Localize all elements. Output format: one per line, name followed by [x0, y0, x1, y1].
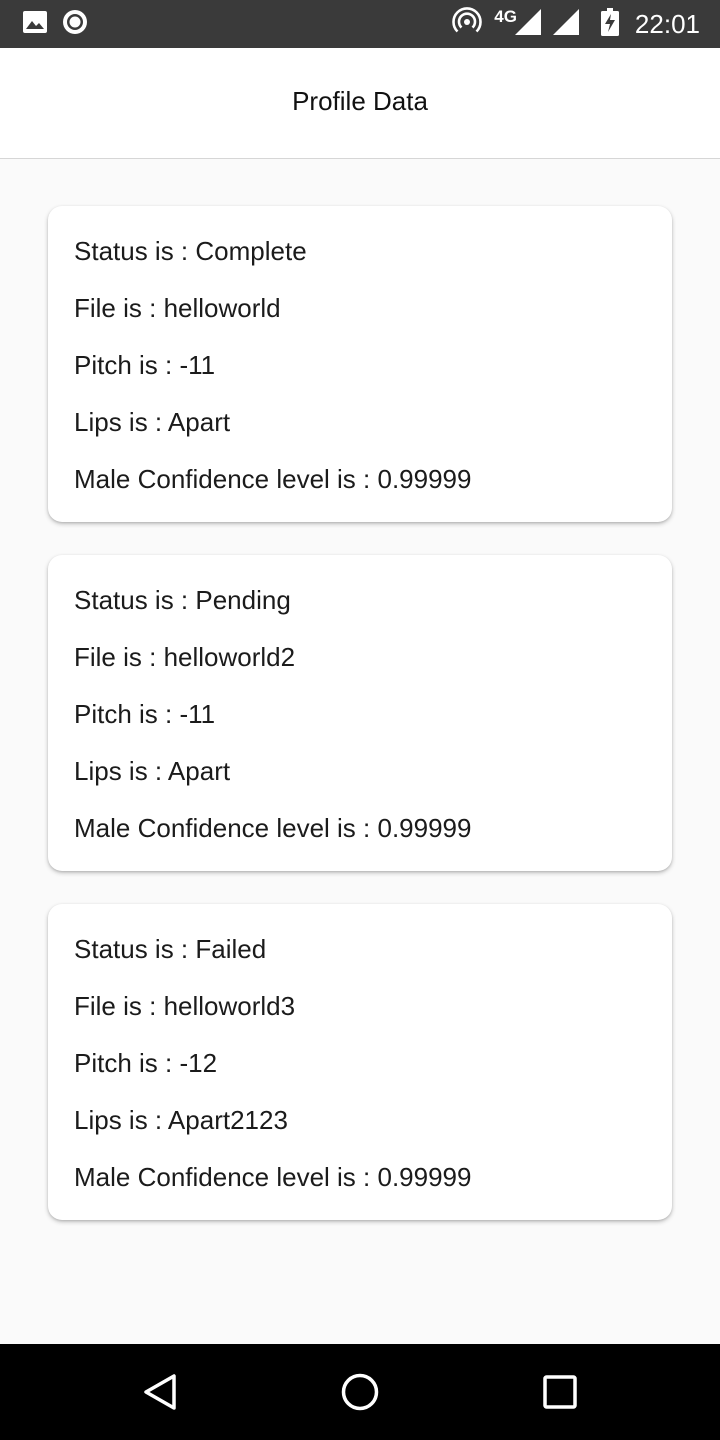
network-type: 4G	[494, 7, 517, 26]
home-icon[interactable]	[340, 1372, 380, 1412]
pitch-text: Pitch is : -12	[74, 1048, 218, 1078]
app-bar: Profile Data	[0, 48, 720, 159]
status-text: Status is : Complete	[74, 236, 307, 266]
confidence-text: Male Confidence level is : 0.99999	[74, 813, 472, 843]
lips-text: Lips is : Apart	[74, 756, 231, 786]
status-text: Status is : Pending	[74, 585, 291, 615]
status-bar: 4G 22:01	[0, 0, 720, 48]
profile-card[interactable]: Status is : Failed File is : helloworld3…	[48, 904, 672, 1220]
record-icon	[62, 9, 88, 40]
lips-text: Lips is : Apart	[74, 407, 231, 437]
file-text: File is : helloworld3	[74, 991, 296, 1021]
file-text: File is : helloworld	[74, 293, 281, 323]
recents-icon[interactable]	[540, 1372, 580, 1412]
pitch-text: Pitch is : -11	[74, 350, 216, 380]
clock: 22:01	[634, 8, 700, 39]
confidence-text: Male Confidence level is : 0.99999	[74, 1162, 472, 1192]
battery-charging-icon	[600, 7, 619, 41]
signal-icon-2	[552, 8, 579, 40]
image-icon	[22, 10, 48, 39]
lips-text: Lips is : Apart2123	[74, 1105, 288, 1135]
confidence-text: Male Confidence level is : 0.99999	[74, 464, 472, 494]
file-text: File is : helloworld2	[74, 642, 296, 672]
profile-list: Status is : Complete File is : helloworl…	[48, 206, 672, 1253]
signal-icon	[514, 8, 541, 40]
back-icon[interactable]	[140, 1372, 180, 1412]
notification-icons	[22, 9, 88, 40]
page-title: Profile Data	[292, 86, 428, 116]
pitch-text: Pitch is : -11	[74, 699, 216, 729]
system-icons: 4G 22:01	[452, 6, 700, 42]
status-text: Status is : Failed	[74, 934, 267, 964]
hotspot-icon	[452, 6, 482, 42]
navigation-bar	[0, 1344, 720, 1440]
profile-card[interactable]: Status is : Pending File is : helloworld…	[48, 555, 672, 871]
profile-card[interactable]: Status is : Complete File is : helloworl…	[48, 206, 672, 522]
